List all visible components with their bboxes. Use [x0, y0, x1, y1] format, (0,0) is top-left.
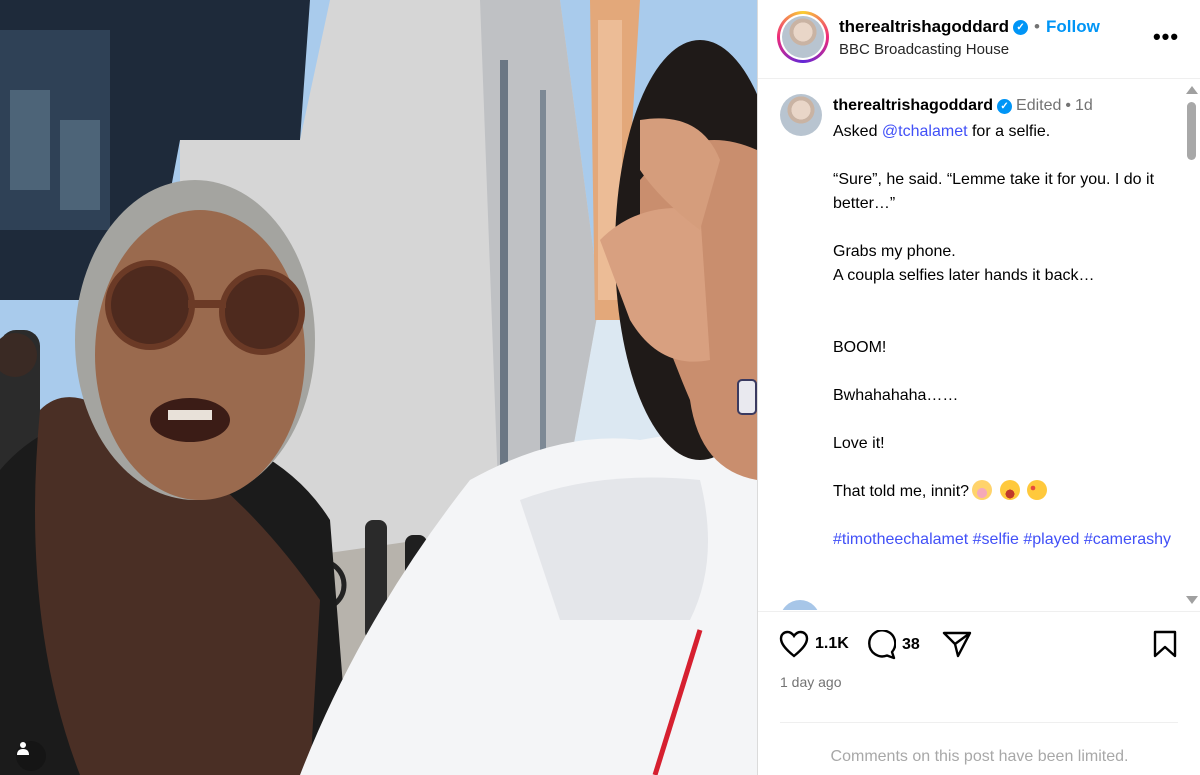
like-count[interactable]: 1.1K: [815, 635, 849, 653]
paper-plane-icon: [942, 631, 972, 658]
follow-button[interactable]: Follow: [1046, 17, 1100, 37]
flushed-emoji-icon: [972, 480, 993, 500]
separator-dot: •: [1034, 17, 1040, 36]
post-photo[interactable]: [0, 0, 757, 775]
hashtag-link[interactable]: #timotheechalamet: [833, 531, 968, 548]
caption-text: Asked @tchalamet for a selfie. “Sure”, h…: [833, 120, 1173, 552]
caption-line-5: BOOM!: [833, 339, 887, 356]
caption-line-7: Love it!: [833, 435, 885, 452]
hashtag-link[interactable]: #played: [1023, 531, 1079, 548]
separator-dot: •: [1065, 97, 1072, 114]
post-timestamp[interactable]: 1 day ago: [780, 674, 842, 690]
more-options-icon[interactable]: •••: [1151, 22, 1181, 52]
user-tag-icon: [17, 742, 29, 755]
caption-line-1-prefix: Asked: [833, 123, 878, 140]
caption-line-4: A coupla selfies later hands it back…: [833, 267, 1095, 284]
share-button[interactable]: [942, 630, 972, 658]
comment-bubble-icon: [868, 630, 896, 660]
post-location[interactable]: BBC Broadcasting House: [839, 41, 1009, 58]
save-button[interactable]: [1152, 630, 1178, 658]
mention-link[interactable]: @tchalamet: [882, 123, 968, 140]
heart-icon: [779, 630, 809, 658]
bookmark-icon: [1153, 630, 1177, 658]
divider: [780, 722, 1178, 723]
scroll-up-arrow-icon[interactable]: [1186, 86, 1198, 94]
caption-line-3: Grabs my phone.: [833, 243, 956, 260]
author-username[interactable]: therealtrishagoddard: [839, 17, 1009, 37]
post-header: therealtrishagoddard ✓ • Follow BBC Broa…: [758, 0, 1200, 79]
heart-eyes-emoji-icon: [1026, 480, 1047, 500]
photo-illustration: [0, 0, 757, 775]
caption-age[interactable]: 1d: [1075, 97, 1093, 115]
next-comment-avatar[interactable]: [780, 600, 820, 610]
verified-badge-icon: ✓: [997, 98, 1013, 114]
tag-button[interactable]: [16, 741, 46, 771]
caption-line-8: That told me, innit?: [833, 483, 970, 500]
post-actions: 1.1K 38 1 day ago Comments on this post …: [758, 611, 1200, 775]
caption-avatar[interactable]: [780, 94, 822, 136]
edited-label: Edited: [1016, 97, 1062, 114]
caption-line-1-suffix: for a selfie.: [971, 123, 1051, 140]
scroll-down-arrow-icon[interactable]: [1186, 596, 1198, 604]
comment-button[interactable]: 38: [866, 630, 920, 660]
comments-scroll-area[interactable]: therealtrishagoddard ✓ Edited • 1d Asked…: [758, 80, 1200, 610]
author-avatar[interactable]: [777, 11, 829, 63]
comment-count: 38: [902, 636, 920, 653]
scrollbar-thumb[interactable]: [1187, 102, 1196, 160]
like-button[interactable]: 1.1K: [779, 630, 849, 658]
verified-badge-icon: ✓: [1013, 19, 1029, 35]
comments-scrollbar[interactable]: [1183, 80, 1200, 610]
caption-line-2: “Sure”, he said. “Lemme take it for you.…: [833, 171, 1155, 212]
hashtag-link[interactable]: #selfie: [973, 531, 1019, 548]
laughing-emoji-icon: [999, 480, 1020, 500]
author-row: therealtrishagoddard ✓ • Follow: [839, 17, 1100, 37]
comments-limited-notice: Comments on this post have been limited.: [830, 748, 1129, 765]
post-side-panel: therealtrishagoddard ✓ • Follow BBC Broa…: [757, 0, 1200, 775]
caption-username[interactable]: therealtrishagoddard: [833, 97, 993, 115]
caption-line-6: Bwhahahaha……: [833, 387, 959, 404]
caption-header: therealtrishagoddard ✓ Edited • 1d: [833, 97, 1093, 115]
hashtag-link[interactable]: #camerashy: [1084, 531, 1171, 548]
